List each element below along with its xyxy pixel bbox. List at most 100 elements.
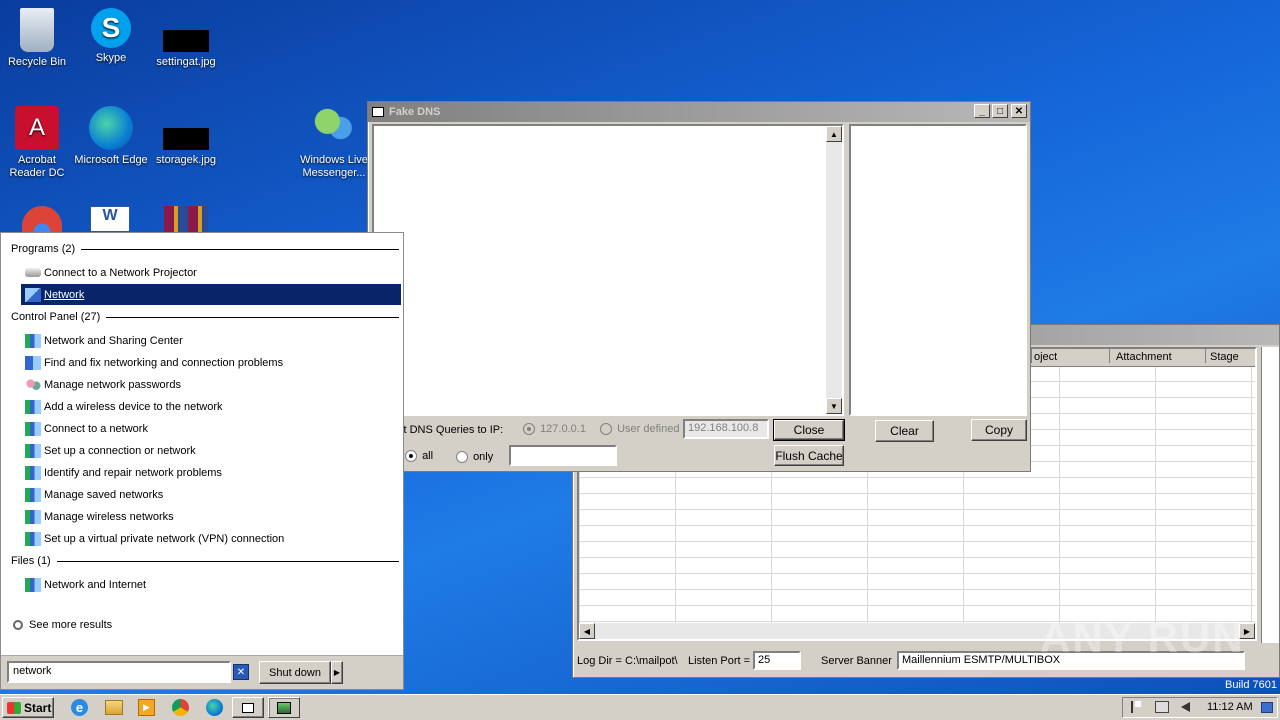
desktop-icon-label: Acrobat Reader DC	[9, 154, 65, 179]
result-label: Manage wireless networks	[44, 510, 174, 523]
ip-input[interactable]: 192.168.100.8	[683, 419, 769, 439]
anyrun-watermark: ANY RUN	[1040, 614, 1245, 661]
result-label: Set up a connection or network	[44, 444, 196, 457]
winrar-shortcut-icon[interactable]	[164, 206, 208, 232]
scroll-left-icon[interactable]: ◀	[579, 623, 595, 639]
desktop-icon-label: Recycle Bin	[7, 56, 67, 68]
scroll-up-icon[interactable]: ▲	[826, 126, 842, 142]
see-more-label: See more results	[29, 619, 113, 631]
result-label: Connect to a Network Projector	[44, 266, 197, 279]
radio-only-option[interactable]: only	[456, 451, 494, 464]
result-label: Network and Sharing Center	[44, 334, 183, 347]
result-label: Network and Internet	[44, 578, 147, 591]
radio-all-label: all	[422, 450, 434, 462]
result-control-panel-item[interactable]: Manage saved networks	[21, 484, 401, 505]
minimize-icon[interactable]: _	[974, 104, 990, 118]
radio-user-option[interactable]: User defined	[600, 423, 679, 436]
desktop-icon-label: storagek.jpg	[156, 154, 216, 166]
radio-only-icon	[456, 451, 468, 464]
result-label: Identify and repair network problems	[44, 466, 222, 479]
clear-button[interactable]: Clear	[875, 420, 934, 442]
only-domain-input[interactable]	[509, 445, 617, 466]
window-title: Fake DNS	[389, 106, 441, 118]
result-control-panel-item[interactable]: Manage network passwords	[21, 374, 401, 395]
network-center-icon	[25, 465, 41, 480]
mailpot-app-icon	[277, 701, 291, 714]
maximize-icon[interactable]: □	[992, 104, 1008, 118]
listen-port-input[interactable]: 25	[753, 651, 801, 670]
section-title: Files (1)	[11, 555, 51, 567]
see-more-results-link[interactable]: See more results	[13, 619, 112, 631]
action-center-flag-icon[interactable]	[1131, 701, 1141, 713]
shutdown-button[interactable]: Shut down	[259, 661, 331, 684]
result-control-panel-item[interactable]: Network and Sharing Center	[21, 330, 401, 351]
show-desktop-icon[interactable]	[1261, 702, 1273, 713]
result-network[interactable]: Network	[21, 284, 401, 305]
network-center-icon	[25, 421, 41, 436]
radio-local-icon	[523, 423, 535, 436]
network-center-icon	[25, 443, 41, 458]
edge-taskbar-icon[interactable]	[206, 699, 223, 716]
dns-log-textarea[interactable]: ▲ ▼	[372, 124, 844, 416]
result-control-panel-item[interactable]: Set up a virtual private network (VPN) c…	[21, 528, 401, 549]
result-network-and-internet[interactable]: Network and Internet	[21, 574, 401, 595]
clear-search-icon[interactable]: ✕	[233, 664, 249, 680]
dns-host-list[interactable]	[849, 124, 1027, 416]
result-connect-projector[interactable]: Connect to a Network Projector	[21, 262, 401, 283]
desktop-icon-skype[interactable]: S Skype	[74, 8, 148, 65]
grid-col-subject[interactable]: oject	[1031, 349, 1111, 363]
clock[interactable]: 11:12 AM	[1207, 701, 1253, 713]
network-center-icon	[25, 487, 41, 502]
desktop-icon-recycle-bin[interactable]: Recycle Bin	[0, 8, 74, 69]
chrome-icon[interactable]	[172, 699, 189, 716]
result-control-panel-item[interactable]: Manage wireless networks	[21, 506, 401, 527]
copy-button[interactable]: Copy	[971, 419, 1027, 441]
grid-col-stage[interactable]: Stage	[1205, 349, 1255, 363]
close-button[interactable]: Close	[773, 419, 845, 441]
desktop-icon-messenger[interactable]: Windows Live Messenger...	[297, 106, 371, 180]
network-center-icon	[25, 399, 41, 414]
result-control-panel-item[interactable]: Add a wireless device to the network	[21, 396, 401, 417]
close-icon[interactable]: ✕	[1011, 104, 1027, 118]
result-control-panel-item[interactable]: Identify and repair network problems	[21, 462, 401, 483]
search-input[interactable]: network	[7, 661, 231, 683]
skype-icon: S	[91, 8, 131, 48]
result-label: Manage saved networks	[44, 488, 164, 501]
radio-all-option[interactable]: all	[405, 450, 434, 463]
result-control-panel-item[interactable]: Find and fix networking and connection p…	[21, 352, 401, 373]
fake-dns-titlebar[interactable]: Fake DNS _ □ ✕	[368, 102, 1030, 122]
control-panel-section-header: Control Panel (27)	[11, 311, 399, 323]
fake-dns-task-button[interactable]	[232, 697, 264, 718]
start-button[interactable]: Start	[2, 697, 54, 718]
scroll-down-icon[interactable]: ▼	[826, 398, 842, 414]
system-tray: 11:12 AM	[1122, 697, 1278, 718]
desktop-icon-acrobat[interactable]: A Acrobat Reader DC	[0, 106, 74, 180]
grid-col-attachment[interactable]: Attachment	[1109, 349, 1205, 363]
network-tray-icon[interactable]	[1155, 701, 1169, 713]
radio-user-icon	[600, 423, 612, 436]
shutdown-options-arrow-icon[interactable]: ▶	[331, 661, 343, 684]
radio-only-label: only	[473, 451, 494, 463]
log-vscrollbar[interactable]: ▲ ▼	[826, 126, 842, 414]
right-strip	[1261, 347, 1279, 643]
explorer-icon[interactable]	[105, 700, 123, 715]
flush-cache-button[interactable]: Flush Cache	[774, 445, 844, 466]
users-icon	[25, 377, 41, 392]
desktop-icon-edge[interactable]: Microsoft Edge	[74, 106, 148, 167]
radio-local-option[interactable]: 127.0.0.1	[523, 423, 586, 436]
volume-icon[interactable]	[1181, 702, 1190, 712]
result-control-panel-item[interactable]: Connect to a network	[21, 418, 401, 439]
messenger-icon	[312, 106, 356, 150]
start-search-bar: network ✕ Shut down ▶	[1, 655, 403, 689]
desktop-icon-label: Microsoft Edge	[74, 154, 148, 166]
ie-icon[interactable]: e	[71, 699, 88, 716]
desktop-icon-settingat[interactable]: settingat.jpg	[149, 8, 223, 69]
acrobat-icon: A	[15, 106, 59, 150]
result-control-panel-item[interactable]: Set up a connection or network	[21, 440, 401, 461]
chrome-shortcut-icon[interactable]	[22, 206, 62, 232]
word-shortcut-icon[interactable]: W	[90, 206, 130, 232]
media-player-icon[interactable]: ▶	[138, 699, 155, 716]
mailpot-task-button[interactable]	[268, 697, 300, 718]
desktop-icon-storagek[interactable]: storagek.jpg	[149, 106, 223, 167]
build-label: Build 7601	[1225, 679, 1277, 691]
